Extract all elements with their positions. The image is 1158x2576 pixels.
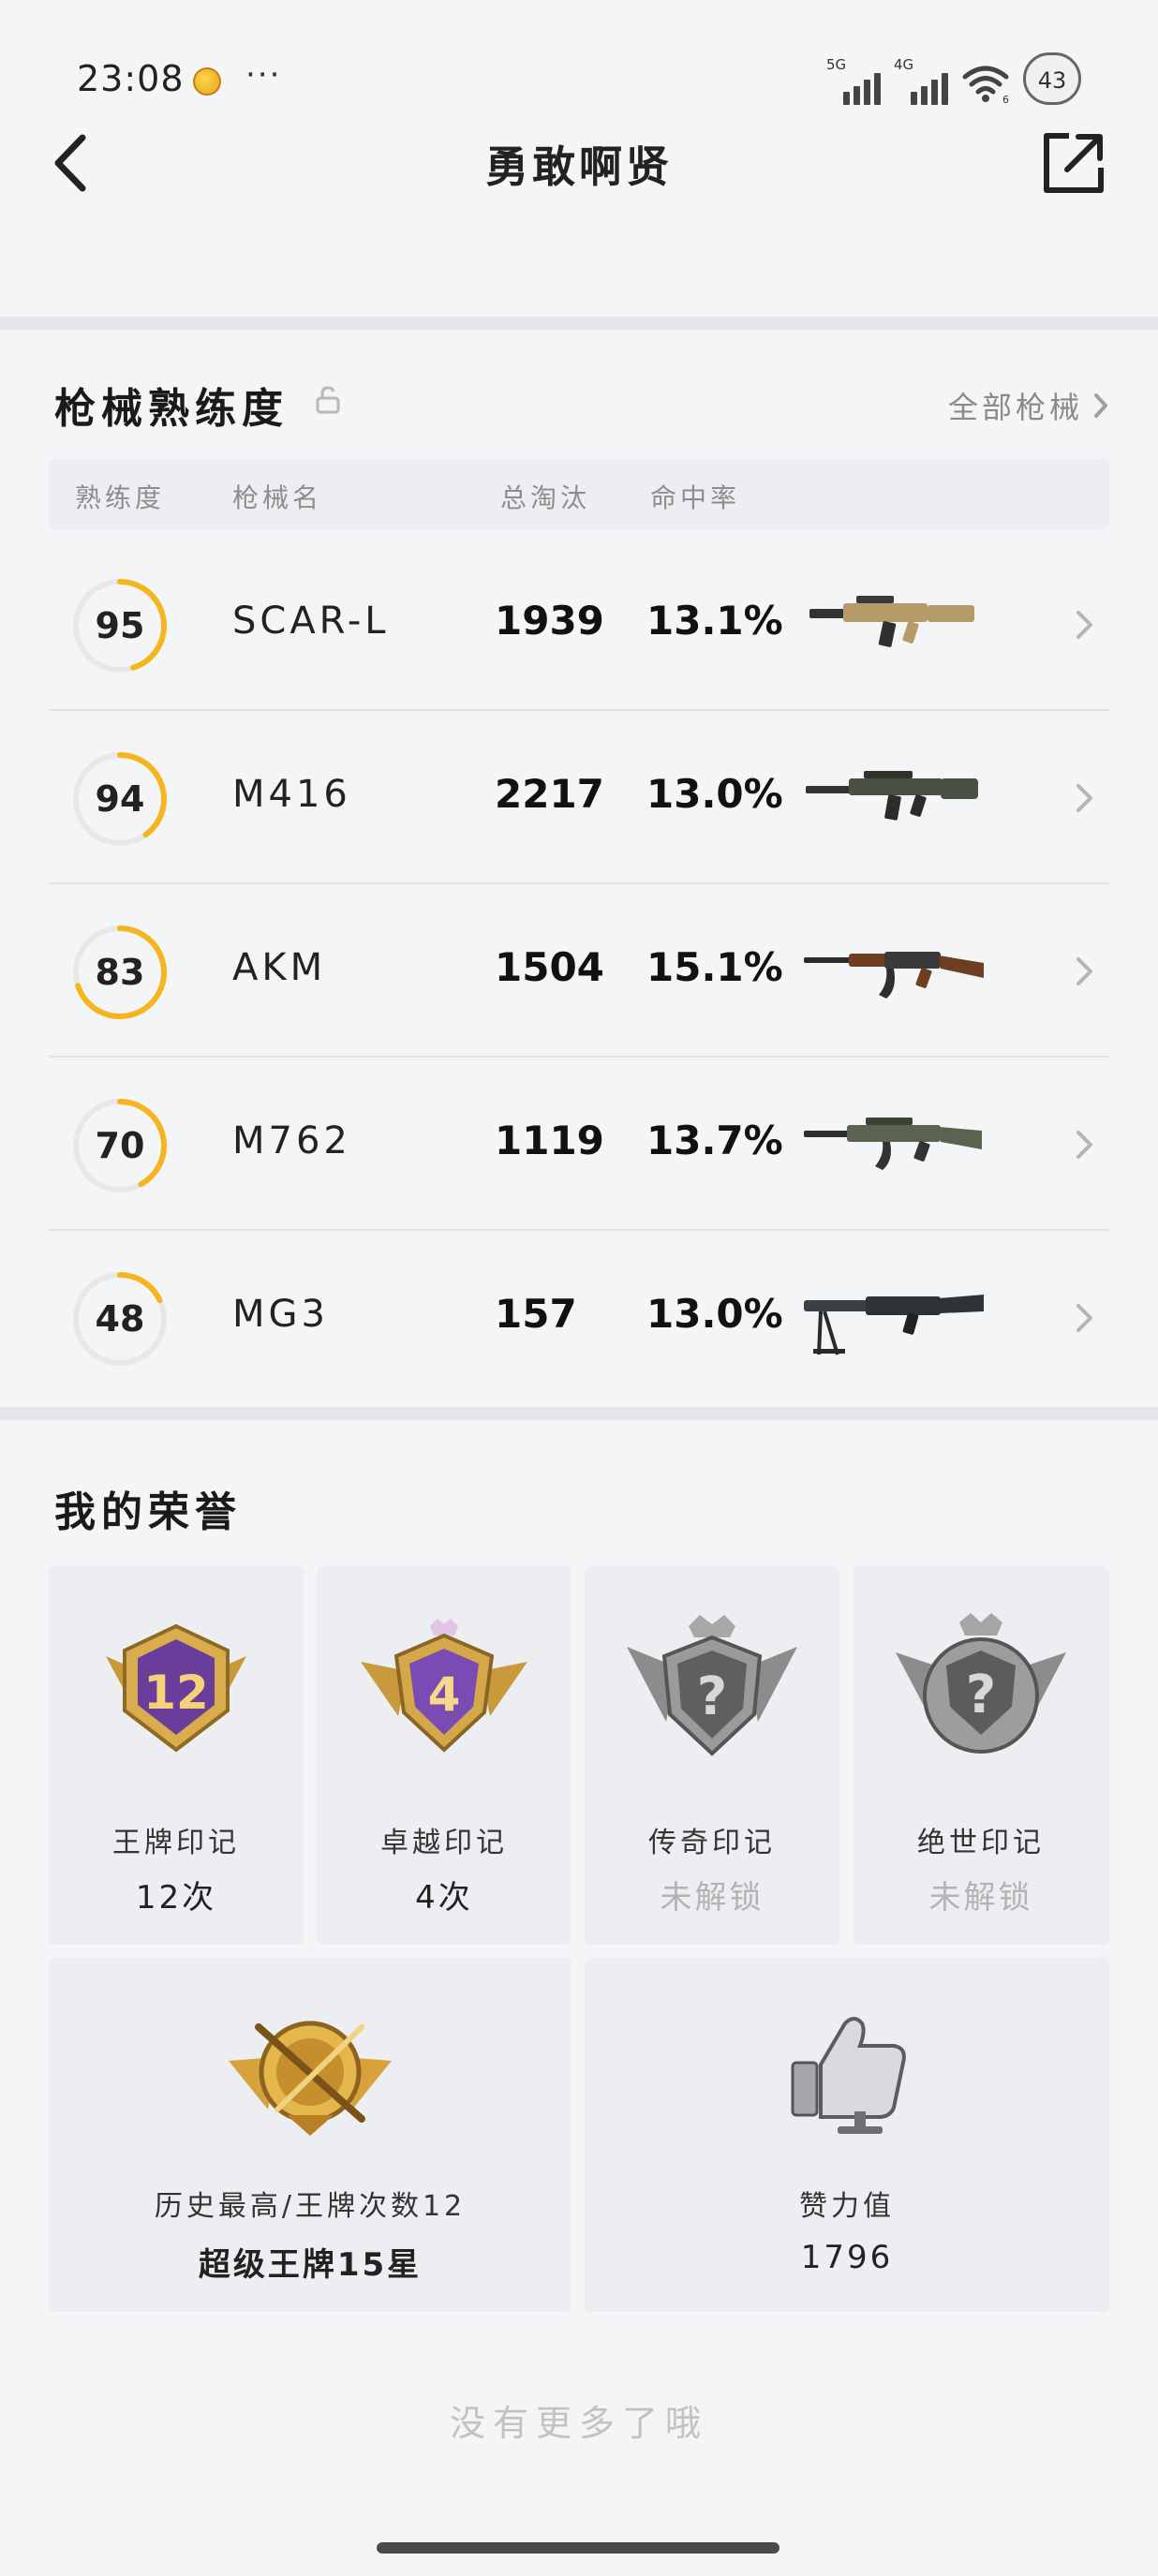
cellular-signal-icon: 4G [894,56,948,105]
honor-label: 赞力值 [799,2190,895,2223]
mastery-table-header: 熟练度 枪械名 总淘汰 命中率 [49,459,1109,530]
chevron-right-icon [1076,957,1092,985]
column-hit-rate: 命中率 [650,482,741,513]
wifi-tag: 6 [1002,94,1009,105]
honor-value: 1796 [800,2239,894,2276]
proficiency-level: 95 [95,605,145,646]
signal-network-tag: 5G [826,56,847,73]
chevron-right-icon [1076,1304,1092,1332]
emblem-text: 4 [428,1667,461,1722]
more-notifications-icon: ··· [245,56,282,94]
battery-level: 43 [1037,67,1067,94]
column-total-kills: 总淘汰 [500,482,591,513]
column-weapon-name: 枪械名 [232,482,323,513]
conqueror-rank-emblem-icon [229,2021,392,2136]
weapon-hit-rate: 13.1% [646,598,783,644]
ace-emblem-icon: 12 [106,1623,246,1753]
honor-value: 12次 [135,1879,217,1917]
peerless-mark-card[interactable]: ? 绝世印记 未解锁 [853,1566,1109,1945]
weapon-hit-rate: 15.1% [646,944,783,990]
excellence-mark-card[interactable]: 4 卓越印记 4次 [317,1566,572,1945]
mg3-machine-gun-icon [804,1295,984,1355]
section-title: 枪械熟练度 [54,385,289,433]
honor-value: 未解锁 [928,1879,1033,1917]
wifi-icon: 6 [962,66,1009,105]
notification-app-icon [193,67,221,96]
honor-value: 4次 [415,1879,473,1917]
page-title: 勇敢啊贤 [485,141,673,192]
section-divider [0,1407,1158,1420]
share-external-icon [1044,133,1104,193]
proficiency-level: 70 [95,1125,145,1166]
highest-rank-card[interactable]: 历史最高/王牌次数12 超级王牌15星 [49,1958,572,2312]
section-title: 我的荣誉 [54,1488,242,1536]
all-weapons-link[interactable]: 全部枪械 [948,384,1109,427]
signal-network-tag: 4G [894,56,914,73]
weapon-name: SCAR-L [232,600,390,643]
m416-rifle-icon [806,771,978,821]
honor-label: 王牌印记 [112,1827,240,1859]
cellular-signal-icon: 5G [826,56,881,105]
akm-rifle-icon [804,952,984,999]
legend-emblem-locked-icon: ? [627,1615,797,1756]
weapon-total-kills: 1939 [495,598,604,644]
status-time: 23:08 [77,58,185,99]
honor-label: 卓越印记 [380,1827,508,1859]
honor-value: 未解锁 [660,1879,765,1917]
share-button[interactable] [1036,124,1111,202]
chevron-right-icon [1094,393,1107,418]
unlock-icon [316,386,340,414]
weapon-row[interactable]: 94 M416 2217 13.0% [49,711,1109,884]
likes-card[interactable]: 赞力值 1796 [585,1958,1109,2312]
honor-value: 超级王牌15星 [198,2246,423,2284]
weapon-name: AKM [232,946,327,989]
emblem-text: 12 [143,1666,209,1720]
weapon-name: MG3 [232,1293,329,1336]
thumbs-up-icon [791,2017,906,2134]
battery-icon: 43 [1023,52,1081,105]
weapon-name: M762 [232,1119,351,1162]
proficiency-level: 48 [95,1298,145,1340]
weapon-row[interactable]: 95 SCAR-L 1939 13.1% [49,538,1109,711]
chevron-right-icon [1076,611,1092,639]
weapon-total-kills: 157 [495,1291,577,1337]
emblem-text: ? [966,1665,996,1725]
weapon-total-kills: 1119 [495,1118,604,1163]
excellence-emblem-icon: 4 [361,1619,527,1753]
weapon-hit-rate: 13.0% [646,1291,783,1337]
legend-mark-card[interactable]: ? 传奇印记 未解锁 [585,1566,839,1945]
all-weapons-label: 全部枪械 [947,390,1083,425]
honor-label: 历史最高/王牌次数12 [154,2190,467,2223]
nav-bar: 勇敢啊贤 [0,112,1158,215]
chevron-right-icon [1076,784,1092,812]
chevron-right-icon [1076,1131,1092,1159]
weapon-row[interactable]: 48 MG3 157 13.0% [49,1231,1109,1404]
weapon-row[interactable]: 70 M762 1119 13.7% [49,1058,1109,1231]
scar-l-rifle-icon [809,596,974,647]
proficiency-level: 94 [95,778,145,820]
no-more-content-note: 没有更多了哦 [449,2403,708,2444]
peerless-emblem-locked-icon: ? [896,1613,1066,1754]
status-bar: 23:08 ··· 5G 4G 6 43 [0,0,1158,122]
weapon-hit-rate: 13.7% [646,1118,783,1163]
weapon-total-kills: 1504 [495,944,604,990]
proficiency-level: 83 [95,952,145,993]
emblem-text: ? [697,1666,727,1727]
m762-rifle-icon [804,1118,982,1170]
column-proficiency: 熟练度 [75,482,166,513]
weapon-total-kills: 2217 [495,771,604,817]
honor-label: 传奇印记 [648,1827,776,1859]
honor-label: 绝世印记 [917,1827,1045,1859]
home-indicator[interactable] [377,2542,779,2554]
weapon-row[interactable]: 83 AKM 1504 15.1% [49,884,1109,1058]
weapon-hit-rate: 13.0% [646,771,783,817]
weapon-name: M416 [232,773,351,816]
ace-mark-card[interactable]: 12 王牌印记 12次 [49,1566,304,1945]
section-divider [0,317,1158,330]
